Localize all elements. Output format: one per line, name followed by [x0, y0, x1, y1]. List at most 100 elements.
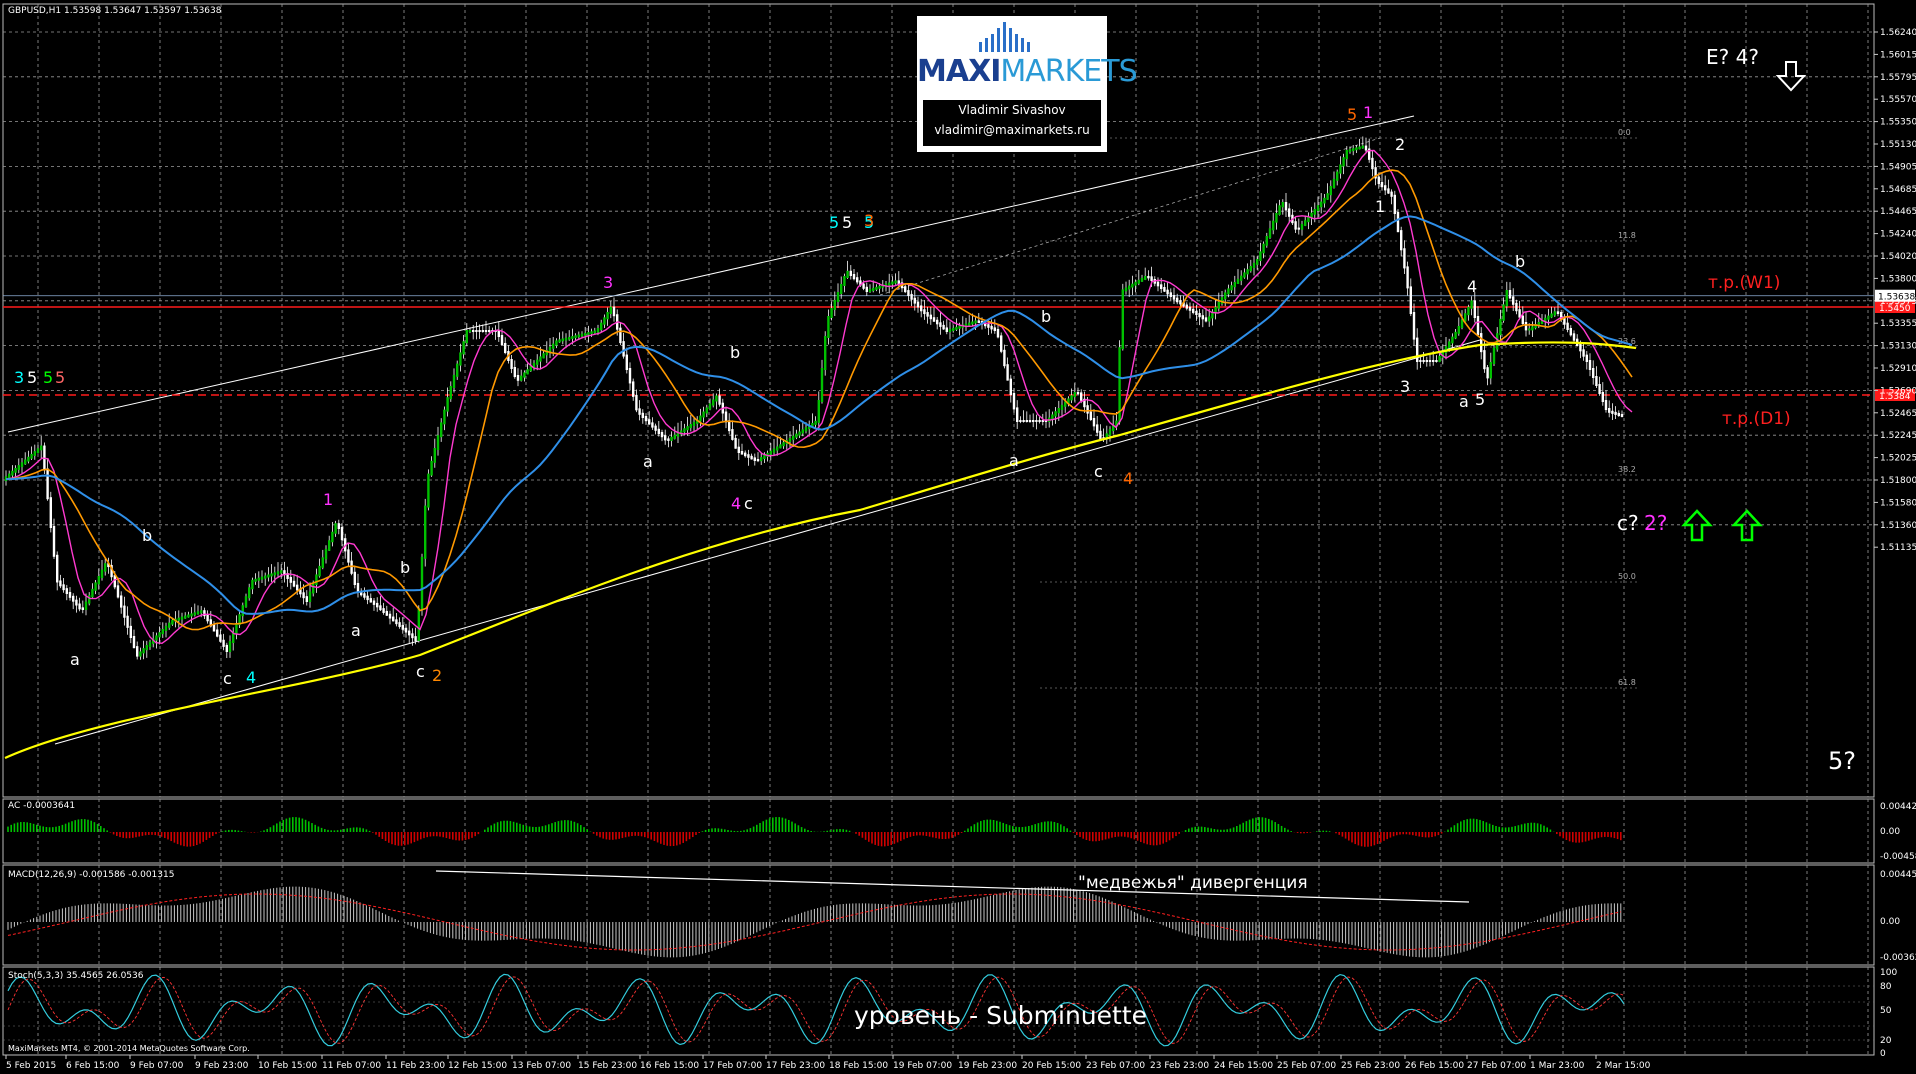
author-name: Vladimir Sivashov	[958, 103, 1066, 117]
candle-body	[654, 425, 657, 431]
chart-window[interactable]: 1.54501.53840.011.823.638.250.061.8 3555…	[0, 0, 1916, 1074]
candle-body	[1025, 420, 1028, 422]
candle-body	[1009, 378, 1012, 395]
candle-body	[1524, 322, 1528, 331]
candle-body	[948, 328, 952, 332]
candle-body	[1124, 287, 1128, 292]
candle-body	[481, 330, 484, 332]
stoch-axis-label: 80	[1880, 982, 1892, 992]
candle-body	[475, 330, 478, 332]
candle-body	[990, 325, 993, 330]
time-tick-label: 26 Feb 15:00	[1405, 1061, 1464, 1071]
candle-body	[692, 421, 696, 426]
price-tick-label: 1.53355	[1880, 319, 1916, 329]
candle-body	[411, 633, 414, 639]
candle-body	[318, 565, 321, 577]
time-tick-label: 23 Feb 07:00	[1086, 1061, 1145, 1071]
wave-label: c	[416, 662, 425, 681]
candle-body	[1108, 429, 1112, 436]
candle-body	[116, 585, 120, 598]
wave-label: 5	[27, 368, 37, 387]
candle-body	[568, 336, 571, 340]
candle-body	[792, 435, 795, 440]
candle-body	[923, 309, 926, 315]
candle-body	[1288, 208, 1291, 217]
wave-label: a	[1459, 392, 1469, 411]
wave-label: 3	[603, 273, 613, 292]
candle-body	[1412, 312, 1416, 340]
candle-body	[856, 277, 859, 283]
candle-body	[65, 588, 68, 594]
price-tick-label: 1.54240	[1880, 230, 1916, 240]
candle-body	[958, 325, 961, 329]
candle-body	[1016, 407, 1019, 422]
candle-body	[1566, 322, 1569, 330]
stoch-label: Stoch(5,3,3) 35.4565 26.0536	[8, 971, 144, 981]
candle-body	[260, 576, 264, 580]
candle-body	[1425, 360, 1428, 362]
symbol-info: GBPUSD,H1 1.53598 1.53647 1.53597 1.5363…	[8, 6, 222, 16]
candle-body	[782, 442, 785, 447]
wave-label: 2	[1395, 135, 1405, 154]
candle-body	[219, 634, 222, 642]
wave-label: 5	[829, 213, 839, 232]
candle-body	[603, 317, 606, 325]
candle-body	[408, 630, 411, 636]
candle-body	[888, 282, 891, 286]
candle-body	[1278, 205, 1281, 215]
candle-body	[1595, 376, 1598, 386]
candle-body	[942, 324, 945, 330]
candle-body	[59, 580, 62, 587]
candle-body	[632, 381, 635, 397]
candle-body	[372, 600, 376, 605]
candle-body	[1201, 315, 1204, 320]
candle-body	[1400, 230, 1403, 251]
candle-body	[49, 497, 52, 528]
candle-body	[1080, 392, 1083, 401]
candle-body	[1204, 317, 1208, 322]
candle-body	[1192, 308, 1195, 313]
candle-body	[1473, 300, 1476, 318]
candle-body	[1492, 347, 1496, 364]
candle-body	[276, 571, 280, 575]
candle-body	[510, 359, 513, 369]
price-tick-label: 1.56240	[1880, 28, 1916, 38]
candle-body	[1582, 349, 1585, 357]
candle-body	[427, 473, 430, 508]
candle-body	[1265, 236, 1268, 246]
candle-body	[216, 629, 219, 637]
candle-body	[1121, 289, 1124, 350]
candle-body	[852, 274, 856, 280]
candle-body	[635, 394, 638, 411]
candle-body	[516, 375, 520, 381]
candle-body	[1086, 405, 1089, 414]
wave-label: c	[744, 494, 753, 513]
candle-body	[1060, 404, 1064, 410]
time-tick-label: 25 Feb 23:00	[1341, 1061, 1400, 1071]
candle-body	[664, 435, 667, 441]
candle-body	[264, 575, 267, 579]
candle-body	[369, 598, 372, 603]
candle-body	[1076, 392, 1080, 395]
candle-body	[449, 386, 452, 400]
candle-body	[558, 339, 561, 343]
candle-body	[660, 432, 664, 438]
time-tick-label: 19 Feb 07:00	[893, 1061, 952, 1071]
candle-body	[1297, 227, 1300, 230]
candle-body	[1361, 145, 1364, 149]
candle-body	[587, 332, 590, 335]
candle-body	[478, 330, 481, 332]
candle-body	[840, 284, 843, 294]
stoch-axis-label: 20	[1880, 1036, 1892, 1046]
wave-label: 3	[14, 368, 24, 387]
candle-body	[1588, 360, 1592, 370]
candle-body	[1617, 412, 1620, 416]
candle-body	[81, 607, 84, 610]
candle-body	[305, 596, 308, 602]
candle-body	[1569, 328, 1572, 336]
candle-body	[702, 411, 705, 418]
macd-axis-label: 0.004453	[1880, 870, 1916, 880]
candle-body	[1137, 279, 1140, 284]
candle-body	[1611, 410, 1614, 414]
wave-label: a	[643, 452, 653, 471]
